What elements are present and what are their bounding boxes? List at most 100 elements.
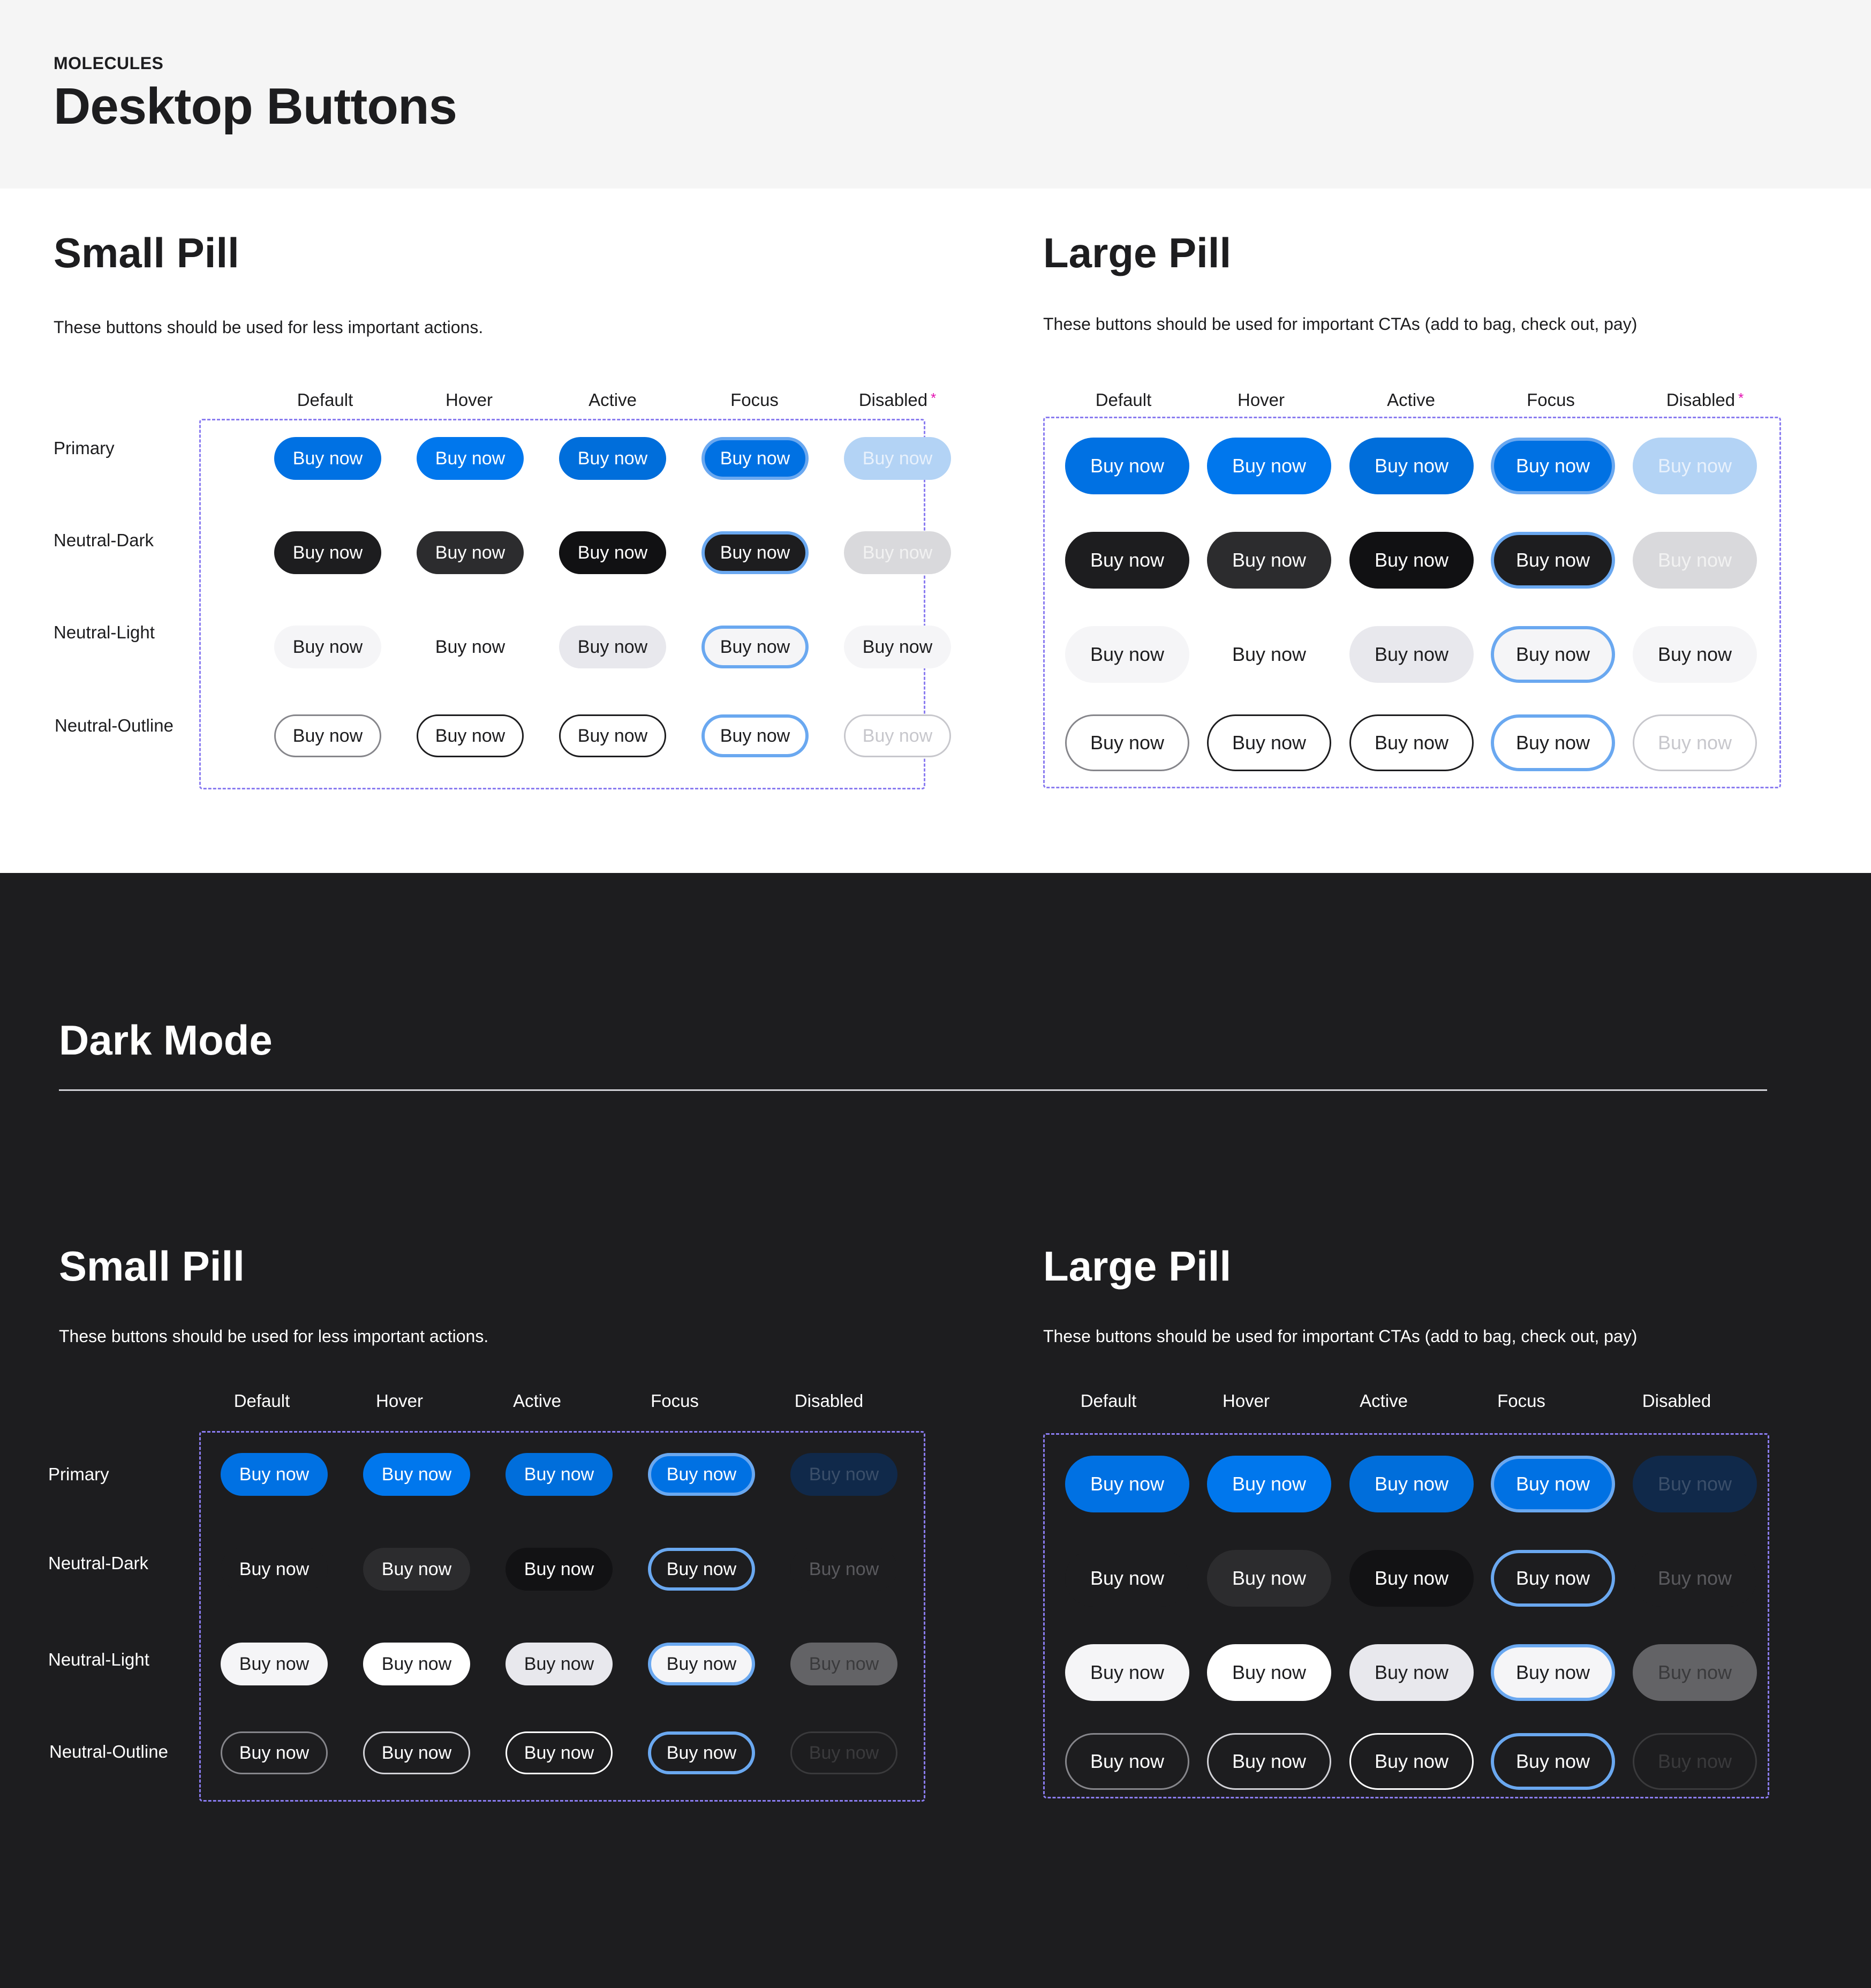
column-header-label: Hover (375, 1391, 424, 1411)
buy-now-button-neutral-light-hover[interactable]: Buy now (417, 626, 524, 668)
buy-now-button-primary-active[interactable]: Buy now (1349, 438, 1474, 494)
buy-now-button-primary-focus[interactable]: Buy now (648, 1453, 755, 1496)
buy-now-button-primary-focus[interactable]: Buy now (1491, 438, 1615, 494)
column-header-disabled: Disabled (1642, 1391, 1711, 1411)
buy-now-button-neutral-light-default[interactable]: Buy now (1065, 626, 1189, 683)
buy-now-button-neutral-dark-disabled[interactable]: Buy now (1633, 1550, 1757, 1607)
buy-now-button-neutral-dark-focus[interactable]: Buy now (648, 1548, 755, 1591)
column-header-label: Disabled (1642, 1391, 1711, 1411)
buy-now-button-neutral-dark-default[interactable]: Buy now (1065, 532, 1189, 589)
buy-now-button-neutral-outline-active[interactable]: Buy now (559, 714, 666, 757)
buy-now-button-neutral-dark-focus[interactable]: Buy now (701, 531, 809, 574)
buy-now-button-neutral-light-disabled[interactable]: Buy now (844, 626, 951, 668)
buy-now-button-primary-disabled[interactable]: Buy now (1633, 438, 1757, 494)
buy-now-button-neutral-outline-disabled[interactable]: Buy now (1633, 1733, 1757, 1790)
buy-now-button-neutral-dark-disabled[interactable]: Buy now (790, 1548, 897, 1591)
buy-now-button-neutral-light-disabled[interactable]: Buy now (1633, 626, 1757, 683)
buy-now-button-primary-focus[interactable]: Buy now (701, 437, 809, 480)
buy-now-button-neutral-outline-hover[interactable]: Buy now (1207, 1733, 1331, 1790)
buy-now-button-neutral-light-active[interactable]: Buy now (559, 626, 666, 668)
buy-now-button-neutral-light-focus[interactable]: Buy now (1491, 626, 1615, 683)
column-header-hover: Hover (1238, 390, 1285, 410)
buy-now-button-neutral-light-focus[interactable]: Buy now (1491, 1644, 1615, 1701)
buy-now-button-neutral-dark-disabled[interactable]: Buy now (844, 531, 951, 574)
buy-now-button-neutral-outline-hover[interactable]: Buy now (417, 714, 524, 757)
column-header-focus: Focus (1527, 390, 1575, 410)
buy-now-button-neutral-dark-hover[interactable]: Buy now (363, 1548, 470, 1591)
buy-now-button-primary-hover[interactable]: Buy now (363, 1453, 470, 1496)
row-label-primary: Primary (48, 1464, 109, 1484)
buy-now-button-neutral-light-hover[interactable]: Buy now (1207, 1644, 1331, 1701)
buy-now-button-neutral-light-disabled[interactable]: Buy now (1633, 1644, 1757, 1701)
buy-now-button-neutral-outline-hover[interactable]: Buy now (363, 1731, 470, 1774)
buy-now-button-neutral-dark-active[interactable]: Buy now (1349, 532, 1474, 589)
buy-now-button-primary-active[interactable]: Buy now (1349, 1456, 1474, 1512)
buy-now-button-neutral-outline-focus[interactable]: Buy now (648, 1731, 755, 1774)
buy-now-button-neutral-outline-disabled[interactable]: Buy now (1633, 714, 1757, 771)
buy-now-button-neutral-dark-active[interactable]: Buy now (1349, 1550, 1474, 1607)
buy-now-button-primary-default[interactable]: Buy now (1065, 1456, 1189, 1512)
buy-now-button-neutral-light-disabled[interactable]: Buy now (790, 1643, 897, 1685)
buy-now-button-neutral-dark-default[interactable]: Buy now (221, 1548, 328, 1591)
buy-now-button-neutral-outline-disabled[interactable]: Buy now (790, 1731, 897, 1774)
buy-now-button-neutral-outline-focus[interactable]: Buy now (1491, 714, 1615, 771)
buy-now-button-neutral-outline-active[interactable]: Buy now (1349, 1733, 1474, 1790)
buy-now-button-neutral-light-hover[interactable]: Buy now (363, 1643, 470, 1685)
buy-now-button-neutral-outline-active[interactable]: Buy now (506, 1731, 613, 1774)
buy-now-button-neutral-outline-focus[interactable]: Buy now (701, 714, 809, 757)
buy-now-button-neutral-light-focus[interactable]: Buy now (648, 1643, 755, 1685)
column-header-focus: Focus (730, 390, 779, 410)
buy-now-button-neutral-dark-hover[interactable]: Buy now (1207, 532, 1331, 589)
buy-now-button-neutral-dark-active[interactable]: Buy now (559, 531, 666, 574)
buy-now-button-neutral-light-default[interactable]: Buy now (274, 626, 381, 668)
buy-now-button-primary-hover[interactable]: Buy now (1207, 1456, 1331, 1512)
buy-now-button-primary-active[interactable]: Buy now (506, 1453, 613, 1496)
buy-now-button-neutral-light-active[interactable]: Buy now (506, 1643, 613, 1685)
buy-now-button-primary-disabled[interactable]: Buy now (1633, 1456, 1757, 1512)
buy-now-button-neutral-dark-default[interactable]: Buy now (1065, 1550, 1189, 1607)
buy-now-button-neutral-outline-focus[interactable]: Buy now (1491, 1733, 1615, 1790)
buy-now-button-neutral-light-focus[interactable]: Buy now (701, 626, 809, 668)
buy-now-button-neutral-light-default[interactable]: Buy now (221, 1643, 328, 1685)
buy-now-button-primary-hover[interactable]: Buy now (1207, 438, 1331, 494)
buy-now-button-neutral-light-hover[interactable]: Buy now (1207, 626, 1331, 683)
column-header-disabled: Disabled * (859, 390, 937, 410)
buy-now-button-neutral-dark-focus[interactable]: Buy now (1491, 532, 1615, 589)
buy-now-button-primary-default[interactable]: Buy now (221, 1453, 328, 1496)
row-label-neutral-light: Neutral-Light (54, 622, 155, 642)
buy-now-button-primary-disabled[interactable]: Buy now (844, 437, 951, 480)
section-title: Small Pill (59, 1242, 245, 1290)
buy-now-button-primary-disabled[interactable]: Buy now (790, 1453, 897, 1496)
section-title: Small Pill (54, 229, 239, 276)
column-header-default: Default (1096, 390, 1152, 410)
buy-now-button-neutral-dark-hover[interactable]: Buy now (417, 531, 524, 574)
buy-now-button-neutral-outline-default[interactable]: Buy now (1065, 714, 1189, 771)
buy-now-button-neutral-outline-default[interactable]: Buy now (1065, 1733, 1189, 1790)
column-header-label: Default (1095, 390, 1152, 410)
column-header-label: Hover (1222, 1391, 1270, 1411)
buy-now-button-neutral-dark-default[interactable]: Buy now (274, 531, 381, 574)
buy-now-button-neutral-outline-hover[interactable]: Buy now (1207, 714, 1331, 771)
column-header-default: Default (1081, 1391, 1137, 1411)
column-header-label: Active (589, 390, 637, 410)
buy-now-button-neutral-outline-default[interactable]: Buy now (274, 714, 381, 757)
buy-now-button-primary-default[interactable]: Buy now (274, 437, 381, 480)
buy-now-button-neutral-outline-active[interactable]: Buy now (1349, 714, 1474, 771)
buy-now-button-primary-focus[interactable]: Buy now (1491, 1456, 1615, 1512)
buy-now-button-primary-default[interactable]: Buy now (1065, 438, 1189, 494)
buy-now-button-neutral-dark-disabled[interactable]: Buy now (1633, 532, 1757, 589)
buy-now-button-primary-hover[interactable]: Buy now (417, 437, 524, 480)
buy-now-button-neutral-outline-default[interactable]: Buy now (221, 1731, 328, 1774)
column-header-label: Active (513, 1391, 561, 1411)
buy-now-button-neutral-dark-active[interactable]: Buy now (506, 1548, 613, 1591)
buy-now-button-neutral-light-active[interactable]: Buy now (1349, 1644, 1474, 1701)
column-header-label: Default (1080, 1391, 1137, 1411)
buy-now-button-neutral-dark-hover[interactable]: Buy now (1207, 1550, 1331, 1607)
buy-now-button-neutral-light-default[interactable]: Buy now (1065, 1644, 1189, 1701)
buy-now-button-primary-active[interactable]: Buy now (559, 437, 666, 480)
buy-now-button-neutral-light-active[interactable]: Buy now (1349, 626, 1474, 683)
column-header-label: Default (233, 1391, 290, 1411)
column-header-label: Disabled (858, 390, 928, 410)
buy-now-button-neutral-outline-disabled[interactable]: Buy now (844, 714, 951, 757)
buy-now-button-neutral-dark-focus[interactable]: Buy now (1491, 1550, 1615, 1607)
